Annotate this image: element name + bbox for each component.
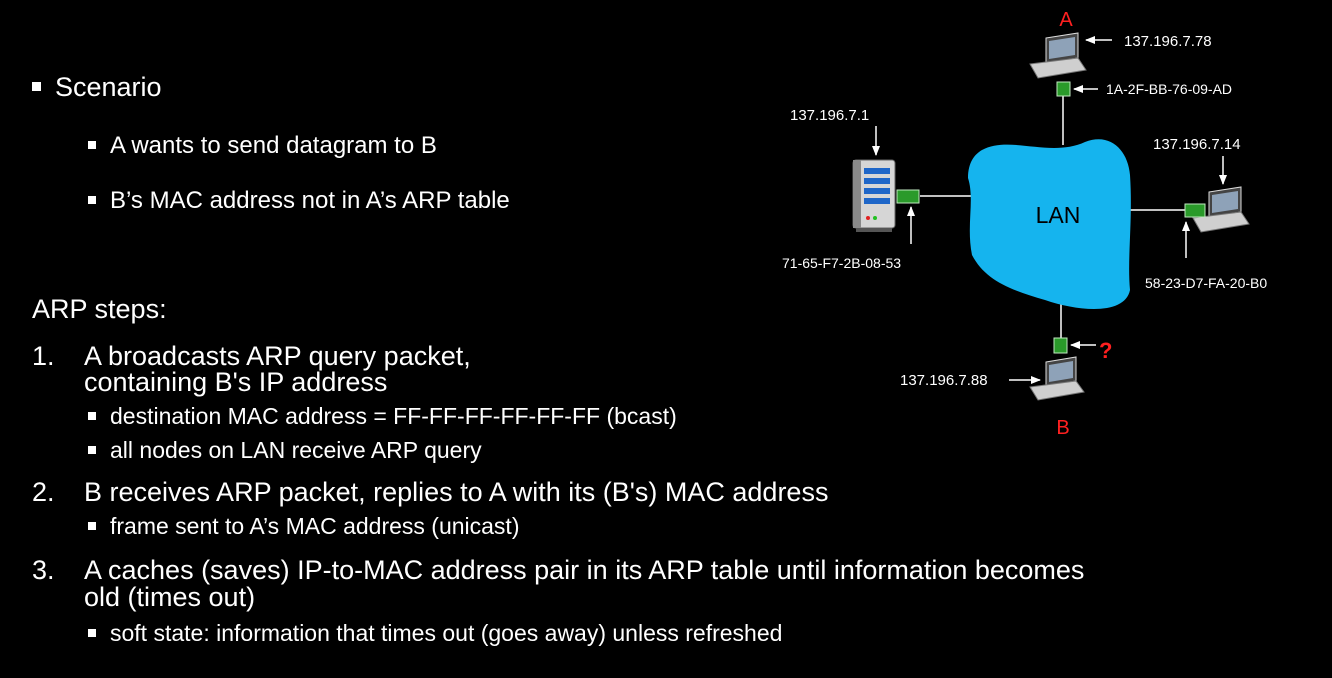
lan-label: LAN [1036, 202, 1081, 228]
router-server-icon [852, 159, 896, 232]
laptop-a-icon [1029, 32, 1087, 79]
node-b-label: B [1056, 417, 1069, 439]
node-b-ip: 137.196.7.88 [900, 372, 988, 389]
node-a-mac: 1A-2F-BB-76-09-AD [1106, 81, 1232, 97]
router-ip: 137.196.7.1 [790, 107, 869, 124]
router-mac: 71-65-F7-2B-08-53 [782, 255, 901, 271]
node-a-ip: 137.196.7.78 [1124, 33, 1212, 50]
node-a-label: A [1059, 9, 1073, 31]
laptop-b-icon [1029, 356, 1085, 401]
adapter-icon [1184, 203, 1206, 218]
adapter-icon [896, 189, 920, 204]
adapter-icon [1056, 81, 1071, 97]
node-b-mac-unknown: ? [1099, 338, 1112, 363]
node-right-mac: 58-23-D7-FA-20-B0 [1145, 275, 1267, 291]
network-diagram: LAN A B 137.196.7.78 1A-2F-BB-76-09-AD 1… [782, 9, 1267, 439]
adapter-icon [1053, 337, 1068, 354]
node-right-ip: 137.196.7.14 [1153, 136, 1241, 153]
